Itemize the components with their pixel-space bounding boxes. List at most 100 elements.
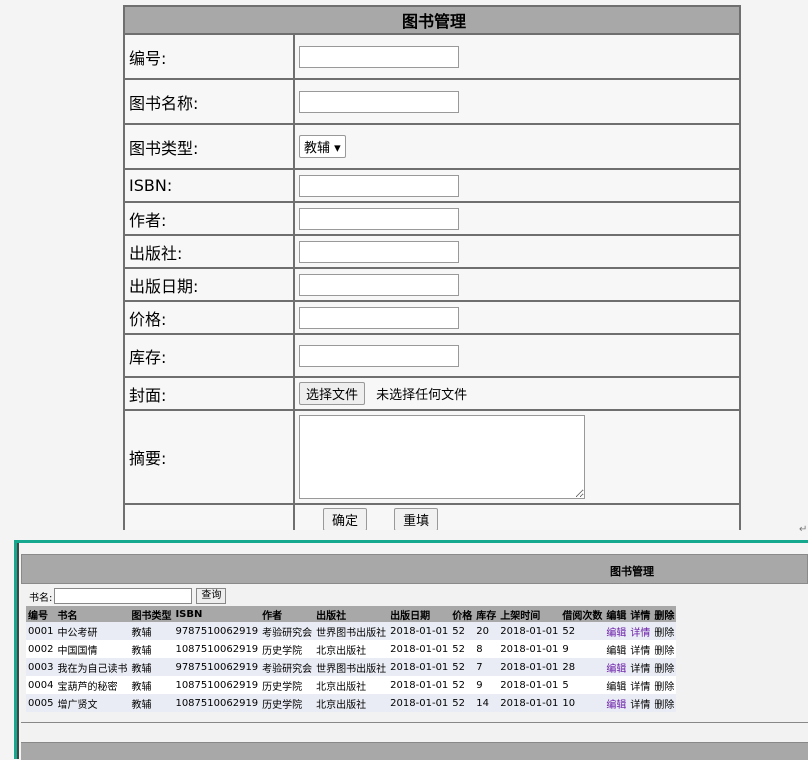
col-name-cell: 宝葫芦的秘密: [55, 676, 130, 694]
search-bar: 书名: 查询: [29, 588, 227, 604]
col-shelf-date-cell: 2018-01-01: [498, 622, 561, 640]
col-isbn-cell: 1087510062919: [173, 676, 261, 694]
edit-link[interactable]: 编辑: [604, 658, 629, 676]
summary-label: 摘要:: [123, 409, 295, 505]
isbn-input[interactable]: [299, 174, 459, 197]
confirm-button[interactable]: 确定: [323, 507, 368, 530]
col-author-cell: 历史学院: [260, 640, 315, 658]
col-id-cell: 0003: [26, 658, 56, 676]
col-stock-header: 库存: [474, 606, 499, 622]
col-stock-cell: 7: [474, 658, 499, 676]
col-borrow-count-header: 借阅次数: [560, 606, 605, 622]
pubdate-input[interactable]: [299, 273, 459, 296]
col-author-cell: 历史学院: [260, 694, 315, 712]
col-price-cell: 52: [450, 676, 475, 694]
detail-link[interactable]: 详情: [628, 658, 653, 676]
col-author-cell: 考验研究会: [260, 622, 315, 640]
col-type-cell: 教辅: [129, 622, 174, 640]
author-input[interactable]: [299, 207, 459, 230]
search-label: 书名:: [29, 592, 53, 604]
reset-button[interactable]: 重填: [394, 507, 439, 530]
col-pubdate-cell: 2018-01-01: [388, 676, 451, 694]
table-row: 0005 增广贤文 教辅 1087510062919 历史学院 北京出版社 2018-01-…: [26, 694, 677, 712]
stock-label: 库存:: [123, 333, 295, 378]
delete-link[interactable]: 删除: [652, 658, 677, 676]
col-name-cell: 增广贤文: [55, 694, 130, 712]
publisher-input[interactable]: [299, 240, 459, 263]
col-stock-cell: 9: [474, 676, 499, 694]
summary-textarea[interactable]: [299, 415, 585, 499]
col-author-header: 作者: [260, 606, 315, 622]
delete-link[interactable]: 删除: [652, 622, 677, 640]
row-type: 图书类型: 教辅 ▾: [123, 123, 741, 170]
pubdate-label: 出版日期:: [123, 267, 295, 302]
col-type-cell: 教辅: [129, 676, 174, 694]
col-borrow-count-cell: 10: [560, 694, 605, 712]
col-isbn-cell: 1087510062919: [173, 694, 261, 712]
name-input[interactable]: [299, 90, 459, 113]
id-label: 编号:: [123, 33, 295, 80]
detail-link[interactable]: 详情: [628, 640, 653, 658]
col-pubdate-cell: 2018-01-01: [388, 658, 451, 676]
col-type-cell: 教辅: [129, 694, 174, 712]
table-row: 0002 中国国情 教辅 1087510062919 历史学院 北京出版社 2018-01-…: [26, 640, 677, 658]
col-shelf-date-cell: 2018-01-01: [498, 676, 561, 694]
col-pubdate-cell: 2018-01-01: [388, 694, 451, 712]
name-label: 图书名称:: [123, 78, 295, 125]
col-publisher-cell: 北京出版社: [314, 676, 389, 694]
detail-link[interactable]: 详情: [628, 694, 653, 712]
stock-input[interactable]: [299, 344, 459, 367]
col-shelf-date-cell: 2018-01-01: [498, 658, 561, 676]
author-label: 作者:: [123, 201, 295, 236]
col-pubdate-cell: 2018-01-01: [388, 622, 451, 640]
col-publisher-cell: 北京出版社: [314, 640, 389, 658]
row-cover: 封面: 选择文件 未选择任何文件: [123, 376, 741, 411]
col-isbn-cell: 1087510062919: [173, 640, 261, 658]
detail-link[interactable]: 详情: [628, 622, 653, 640]
col-id-header: 编号: [26, 606, 56, 622]
edit-link[interactable]: 编辑: [604, 640, 629, 658]
price-label: 价格:: [123, 300, 295, 335]
col-detail-header: 详情: [628, 606, 653, 622]
books-table-body: 0001 中公考研 教辅 9787510062919 考验研究会 世界图书出版社 2018-…: [26, 622, 677, 712]
publisher-label: 出版社:: [123, 234, 295, 269]
col-borrow-count-cell: 28: [560, 658, 605, 676]
edit-link[interactable]: 编辑: [604, 676, 629, 694]
col-stock-cell: 14: [474, 694, 499, 712]
search-button[interactable]: 查询: [196, 588, 227, 604]
id-input[interactable]: [299, 45, 459, 68]
col-publisher-cell: 世界图书出版社: [314, 622, 389, 640]
delete-link[interactable]: 删除: [652, 694, 677, 712]
col-price-cell: 52: [450, 622, 475, 640]
row-publisher: 出版社:: [123, 234, 741, 269]
book-form-table: 图书管理 编号: 图书名称: 图书类型: 教辅 ▾ ISBN: 作者: 出版社:…: [123, 5, 741, 530]
type-select[interactable]: 教辅 ▾: [299, 135, 346, 158]
col-name-cell: 中国国情: [55, 640, 130, 658]
col-delete-header: 删除: [652, 606, 677, 622]
table-row: 0001 中公考研 教辅 9787510062919 考验研究会 世界图书出版社 2018-…: [26, 622, 677, 640]
books-table: 编号 书名 图书类型 ISBN 作者 出版社 出版日期 价格 库存 上架时间 借阅次数 编辑 详情 删除 …: [26, 606, 677, 712]
edit-link[interactable]: 编辑: [604, 622, 629, 640]
col-name-cell: 我在为自己读书: [55, 658, 130, 676]
delete-link[interactable]: 删除: [652, 676, 677, 694]
col-author-cell: 历史学院: [260, 676, 315, 694]
delete-link[interactable]: 删除: [652, 640, 677, 658]
table-row: 0003 我在为自己读书 教辅 9787510062919 考验研究会 世界图书出版社 20…: [26, 658, 677, 676]
col-id-cell: 0002: [26, 640, 56, 658]
actions-empty-cell: [123, 503, 295, 530]
col-publisher-cell: 世界图书出版社: [314, 658, 389, 676]
detail-link[interactable]: 详情: [628, 676, 653, 694]
table-row: 0004 宝葫芦的秘密 教辅 1087510062919 历史学院 北京出版社 2018-0…: [26, 676, 677, 694]
col-name-cell: 中公考研: [55, 622, 130, 640]
list-footer-bar: [21, 742, 808, 760]
col-publisher-header: 出版社: [314, 606, 389, 622]
edit-link[interactable]: 编辑: [604, 694, 629, 712]
col-publisher-cell: 北京出版社: [314, 694, 389, 712]
price-input[interactable]: [299, 306, 459, 329]
search-input[interactable]: [54, 588, 193, 604]
choose-file-button[interactable]: 选择文件: [299, 382, 366, 405]
isbn-label: ISBN:: [123, 168, 295, 203]
row-id: 编号:: [123, 33, 741, 80]
form-title-row: 图书管理: [123, 5, 741, 35]
row-name: 图书名称:: [123, 78, 741, 125]
